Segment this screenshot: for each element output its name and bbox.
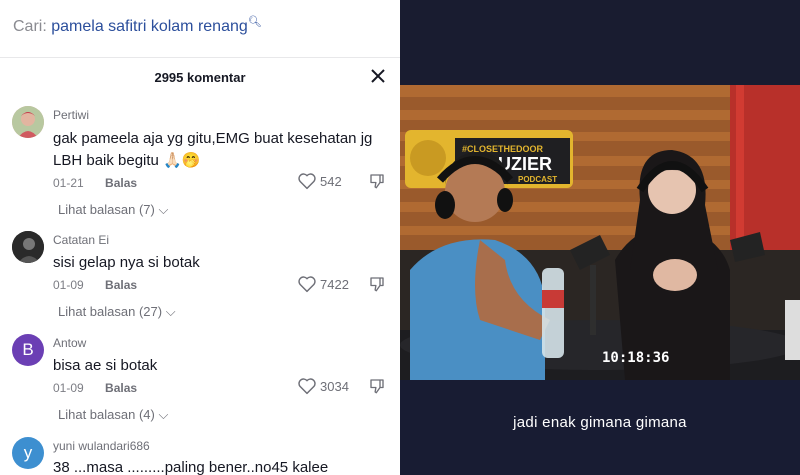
comment-count: 2995 komentar	[154, 70, 246, 85]
reply-button[interactable]: Balas	[105, 176, 137, 190]
search-query[interactable]: pamela safitri kolam renang	[51, 18, 248, 35]
chevron-down-icon: ⌵	[165, 304, 176, 319]
comment-text-line: LBH baik begitu 🙏🏻🤭	[53, 152, 201, 169]
chevron-down-icon: ⌵	[158, 202, 169, 217]
dislike-icon[interactable]	[368, 377, 386, 395]
comment-meta: 01-09 Balas	[53, 278, 137, 292]
comment-text-line: gak pameela aja yg gitu,EMG buat kesehat…	[53, 130, 373, 147]
video-caption: jadi enak gimana gimana	[513, 414, 687, 431]
like-button[interactable]: 7422	[297, 275, 349, 293]
comment-username[interactable]: Pertiwi	[53, 108, 89, 122]
comment-date: 01-21	[53, 176, 84, 190]
dislike-icon[interactable]	[368, 275, 386, 293]
video-frame: #CLOSETHEDOOR RBUZIER PODCAST	[400, 0, 800, 475]
comment-date: 01-09	[53, 278, 84, 292]
avatar[interactable]: y	[12, 437, 44, 469]
search-icon[interactable]: 🔍︎	[248, 16, 262, 28]
view-replies-button[interactable]: Lihat balasan (27) ⌵	[58, 304, 176, 320]
heart-icon	[298, 173, 316, 190]
comment-text: sisi gelap nya si botak	[53, 254, 200, 271]
dislike-icon[interactable]	[368, 172, 386, 190]
comment-text: bisa ae si botak	[53, 357, 158, 374]
search-bar[interactable]: Cari: pamela safitri kolam renang🔍︎	[13, 16, 262, 36]
comment-text: 38 ...masa .........paling bener..no45 k…	[53, 459, 329, 475]
avatar-letter: y	[23, 443, 33, 462]
comment-username[interactable]: Antow	[53, 336, 86, 350]
avatar[interactable]: B	[12, 334, 44, 366]
comments-panel: Cari: pamela safitri kolam renang🔍︎ 2995…	[0, 0, 400, 475]
view-replies-button[interactable]: Lihat balasan (7) ⌵	[58, 202, 168, 218]
comment-text: gak pameela aja yg gitu,EMG buat kesehat…	[53, 128, 373, 172]
view-replies-label: Lihat balasan (4)	[58, 407, 155, 422]
avatar[interactable]	[12, 231, 44, 263]
view-replies-label: Lihat balasan (7)	[58, 202, 155, 217]
view-replies-label: Lihat balasan (27)	[58, 304, 163, 319]
reply-button[interactable]: Balas	[105, 278, 137, 292]
heart-icon	[298, 276, 316, 293]
comment-meta: 01-09 Balas	[53, 381, 137, 395]
close-icon[interactable]	[368, 66, 388, 86]
view-replies-button[interactable]: Lihat balasan (4) ⌵	[58, 407, 168, 423]
like-count: 7422	[320, 276, 349, 292]
comment-meta: 01-21 Balas	[53, 176, 137, 190]
logo-sub-text: PODCAST	[518, 175, 557, 184]
comment-date: 01-09	[53, 381, 84, 395]
chevron-down-icon: ⌵	[158, 407, 169, 422]
avatar-letter: B	[22, 340, 34, 359]
video-timestamp: 10:18:36	[602, 350, 670, 366]
comment-username[interactable]: Catatan Ei	[53, 233, 109, 247]
video-player[interactable]: #CLOSETHEDOOR RBUZIER PODCAST jadi enak …	[400, 0, 800, 475]
divider	[0, 57, 400, 58]
comment-username[interactable]: yuni wulandari686	[53, 439, 150, 453]
heart-icon	[298, 378, 316, 395]
like-button[interactable]: 542	[297, 172, 342, 190]
reply-button[interactable]: Balas	[105, 381, 137, 395]
like-count: 542	[320, 173, 342, 189]
avatar[interactable]	[12, 106, 44, 138]
search-label: Cari:	[13, 18, 47, 35]
like-count: 3034	[320, 378, 349, 394]
like-button[interactable]: 3034	[297, 377, 349, 395]
